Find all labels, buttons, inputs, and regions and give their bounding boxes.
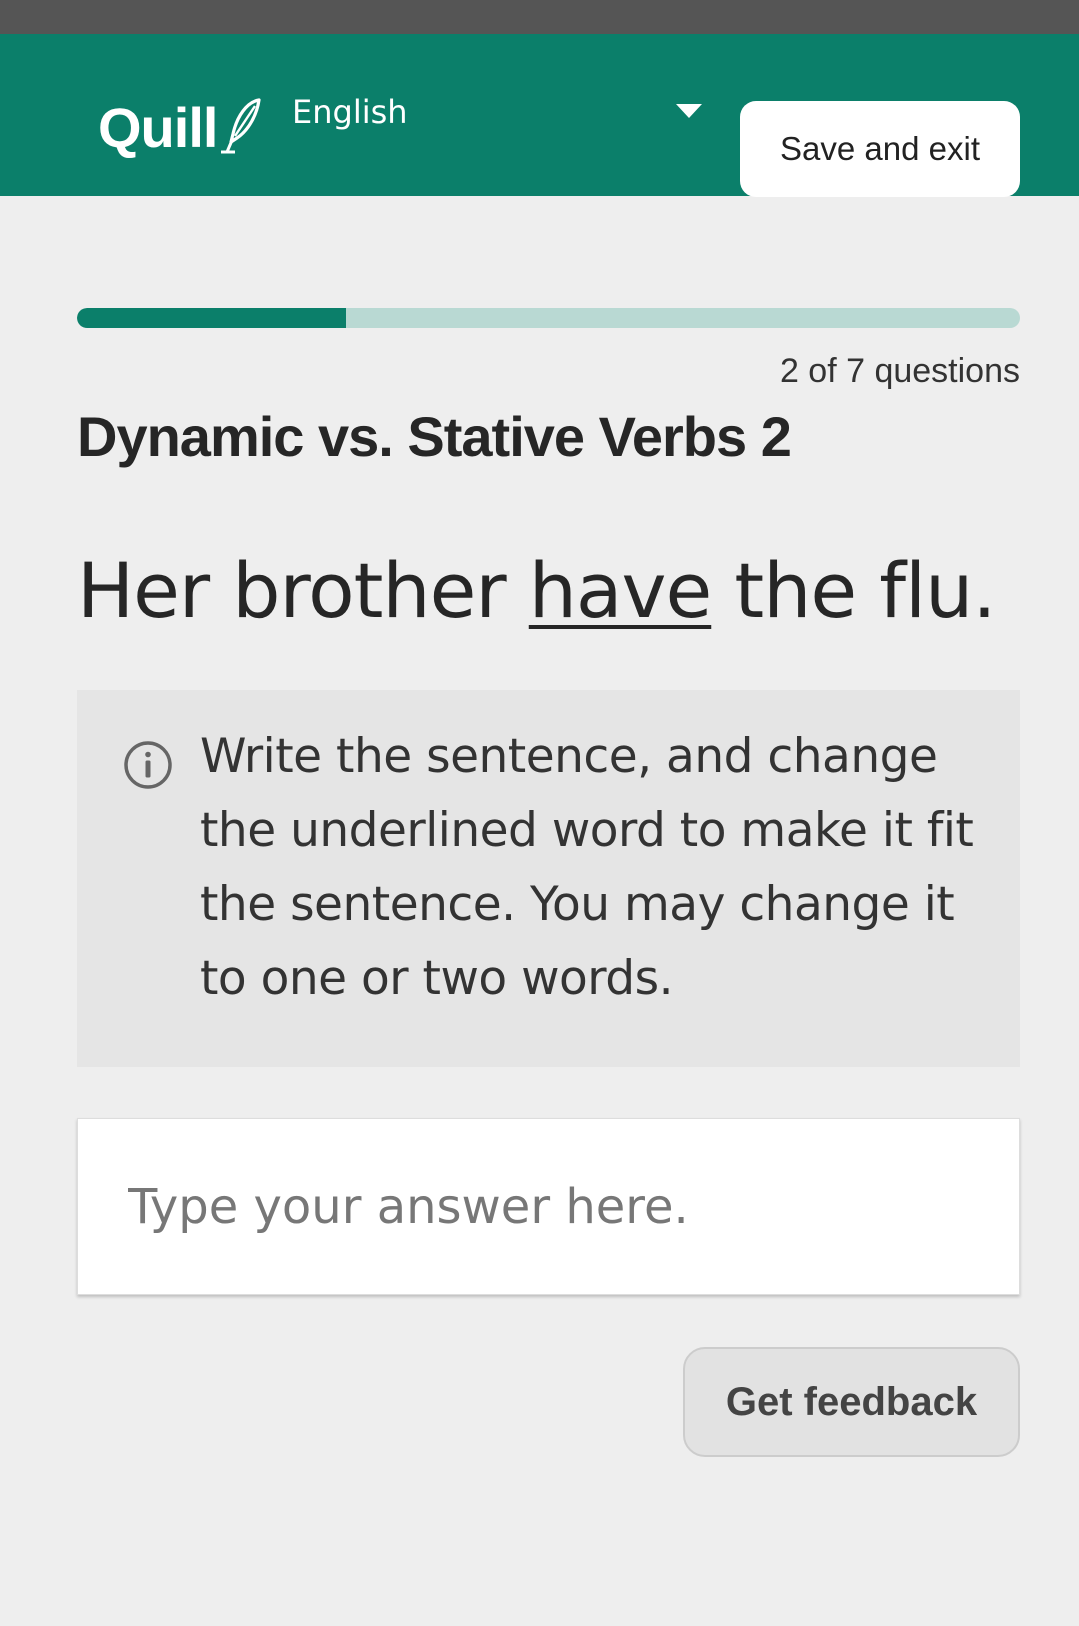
prompt-after: the flu. bbox=[711, 546, 996, 635]
save-and-exit-button[interactable]: Save and exit bbox=[740, 101, 1020, 197]
prompt-sentence: Her brother have the flu. bbox=[77, 546, 997, 635]
logo-text: Quill bbox=[98, 96, 218, 159]
progress-bar-fill bbox=[77, 308, 347, 328]
progress-count: 2 of 7 questions bbox=[779, 352, 1020, 390]
header: Quill English Save and exit bbox=[0, 34, 1079, 197]
instructions-box: Write the sentence, and change the under… bbox=[77, 690, 1020, 1067]
instructions-text: Write the sentence, and change the under… bbox=[200, 729, 974, 1006]
activity-title: Dynamic vs. Stative Verbs 2 bbox=[77, 405, 792, 468]
prompt-underlined-word: have bbox=[528, 546, 712, 635]
quill-logo[interactable]: Quill bbox=[98, 86, 267, 156]
prompt-before: Her brother bbox=[77, 546, 529, 635]
language-label: English bbox=[292, 93, 408, 131]
status-bar bbox=[0, 0, 1079, 34]
language-select[interactable]: English bbox=[292, 84, 702, 140]
answer-input[interactable] bbox=[77, 1118, 1020, 1295]
caret-down-icon bbox=[676, 104, 702, 118]
progress-bar bbox=[77, 308, 1020, 328]
info-icon bbox=[124, 741, 172, 789]
quill-pen-icon bbox=[221, 98, 262, 154]
get-feedback-button[interactable]: Get feedback bbox=[683, 1347, 1020, 1457]
